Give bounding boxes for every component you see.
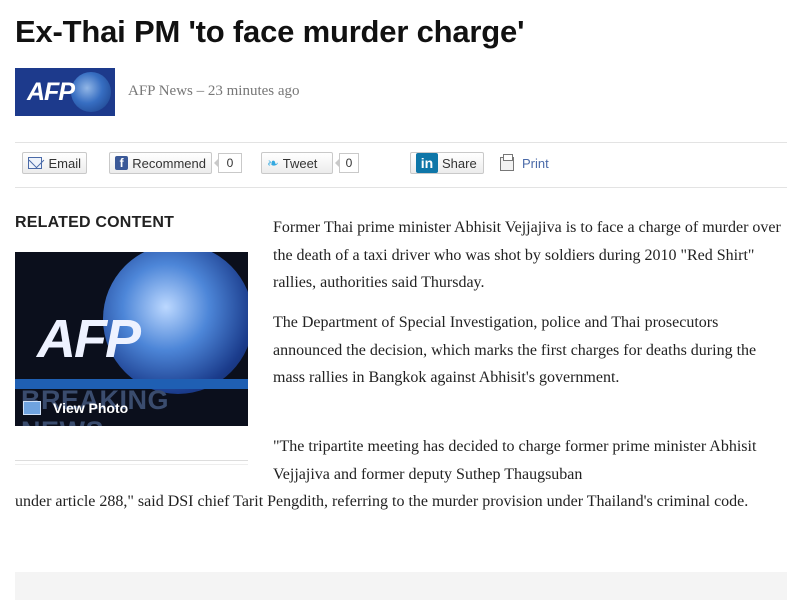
related-photo-thumbnail[interactable]: AFP BREAKING NEWS View Photo — [15, 252, 248, 426]
article-headline: Ex-Thai PM 'to face murder charge' — [15, 14, 525, 49]
email-label: Email — [48, 155, 81, 171]
afp-logo-text: AFP — [27, 78, 75, 106]
recommend-label: Recommend — [132, 155, 206, 171]
print-label: Print — [522, 156, 549, 171]
view-photo-label: View Photo — [53, 400, 129, 416]
globe-graphic — [71, 72, 111, 112]
tweet-label: Tweet — [282, 155, 318, 171]
article-byline: AFP News – 23 minutes ago — [128, 83, 300, 99]
article-paragraph: "The tripartite meeting has decided to c… — [273, 438, 757, 483]
email-button[interactable]: Email — [22, 152, 87, 174]
tweet-count: 0 — [335, 153, 359, 173]
recommend-count: 0 — [214, 153, 242, 173]
related-content-heading: RELATED CONTENT — [15, 214, 175, 231]
linkedin-share-label: Share — [442, 155, 477, 171]
linkedin-share-button[interactable]: in Share — [410, 152, 484, 174]
photo-icon — [23, 401, 41, 415]
linkedin-icon: in — [416, 153, 438, 173]
afp-logo[interactable]: AFP — [15, 68, 115, 116]
facebook-recommend-button[interactable]: f Recommend — [109, 152, 212, 174]
article-paragraph: under article 288," said DSI chief Tarit… — [15, 493, 749, 510]
article-paragraph: The Department of Special Investigation,… — [273, 314, 757, 386]
related-divider — [15, 460, 248, 465]
footer-panel — [15, 572, 787, 600]
article-paragraph: Former Thai prime minister Abhisit Vejja… — [273, 219, 781, 291]
twitter-bird-icon: ❧ — [267, 154, 279, 171]
print-link[interactable]: Print — [500, 153, 549, 171]
facebook-icon: f — [115, 156, 129, 170]
tweet-button[interactable]: ❧ Tweet — [261, 152, 333, 174]
printer-icon — [500, 153, 514, 171]
envelope-icon — [28, 157, 43, 169]
view-photo-link[interactable]: View Photo — [23, 400, 128, 416]
photo-afp-logo: AFP — [37, 309, 141, 369]
share-toolbar: Email f Recommend 0 ❧ Tweet 0 in Share — [15, 142, 787, 188]
